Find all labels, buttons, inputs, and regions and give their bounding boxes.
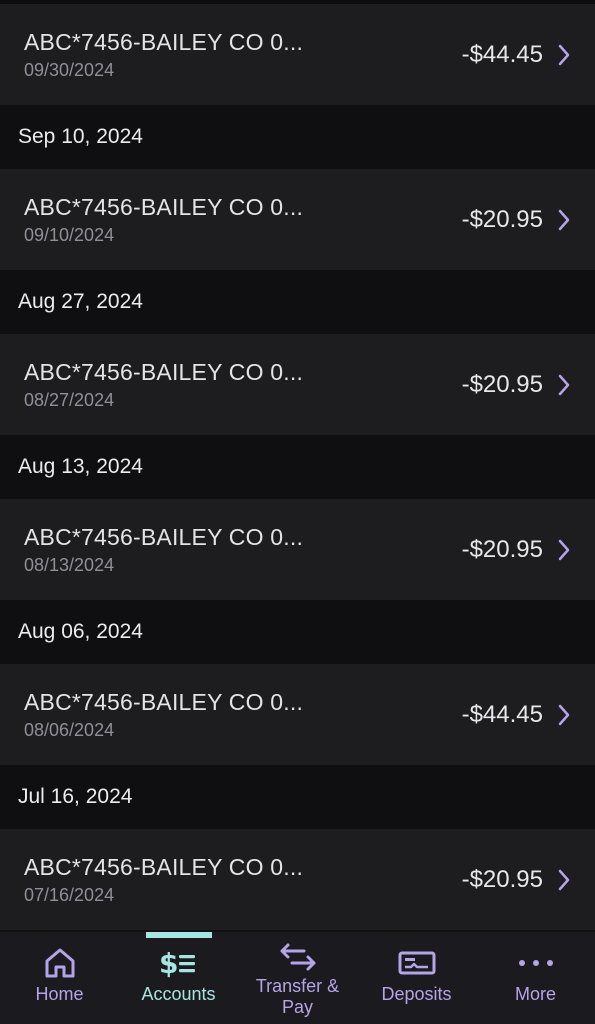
transaction-info: ABC*7456-BAILEY CO 0... 08/27/2024 [24, 359, 462, 411]
transaction-date: 09/30/2024 [24, 59, 115, 80]
transaction-date: 08/13/2024 [24, 554, 115, 575]
transaction-date: 09/10/2024 [24, 224, 115, 245]
transaction-info: ABC*7456-BAILEY CO 0... 09/30/2024 [24, 29, 462, 81]
transaction-name: ABC*7456-BAILEY CO 0... [24, 688, 304, 715]
chevron-right-icon [557, 373, 571, 397]
transaction-info: ABC*7456-BAILEY CO 0... 07/16/2024 [24, 854, 462, 906]
transfer-icon [278, 940, 318, 974]
nav-label: Transfer & Pay [255, 976, 340, 1017]
transaction-name: ABC*7456-BAILEY CO 0... [24, 523, 304, 550]
nav-label: More [514, 984, 556, 1004]
date-group-header: Sep 10, 2024 [0, 105, 595, 169]
transaction-amount: -$20.95 [461, 865, 543, 893]
transaction-date: 07/16/2024 [24, 884, 115, 905]
transaction-row[interactable]: ABC*7456-BAILEY CO 0... 09/30/2024 -$44.… [0, 4, 595, 105]
chevron-right-icon [557, 538, 571, 562]
chevron-right-icon [557, 703, 571, 727]
svg-text:$: $ [159, 947, 178, 980]
transaction-info: ABC*7456-BAILEY CO 0... 08/13/2024 [24, 524, 462, 576]
transaction-info: ABC*7456-BAILEY CO 0... 08/06/2024 [24, 689, 462, 741]
bottom-nav: Home $ Accounts Transfer & Pay Deposits … [0, 932, 595, 1024]
transactions-screen: ABC*7456-BAILEY CO 0... 09/30/2024 -$44.… [0, 0, 595, 1024]
transaction-amount: -$20.95 [461, 205, 543, 233]
date-group-header: Aug 27, 2024 [0, 270, 595, 334]
accounts-icon: $ [159, 944, 199, 982]
transaction-name: ABC*7456-BAILEY CO 0... [24, 358, 304, 385]
nav-item-more[interactable]: More [476, 932, 595, 1024]
date-group-header: Aug 06, 2024 [0, 600, 595, 664]
transaction-row[interactable]: ABC*7456-BAILEY CO 0... 08/13/2024 -$20.… [0, 499, 595, 600]
deposit-check-icon [397, 944, 437, 982]
nav-label: Accounts [141, 984, 216, 1004]
transaction-row[interactable]: ABC*7456-BAILEY CO 0... 09/10/2024 -$20.… [0, 169, 595, 270]
transaction-row[interactable]: ABC*7456-BAILEY CO 0... 08/06/2024 -$44.… [0, 664, 595, 765]
active-tab-indicator [145, 932, 212, 938]
chevron-right-icon [557, 868, 571, 892]
nav-item-deposits[interactable]: Deposits [357, 932, 476, 1024]
transaction-amount: -$20.95 [461, 370, 543, 398]
transaction-list[interactable]: ABC*7456-BAILEY CO 0... 09/30/2024 -$44.… [0, 0, 595, 932]
transaction-name: ABC*7456-BAILEY CO 0... [24, 28, 304, 55]
nav-item-home[interactable]: Home [0, 932, 119, 1024]
nav-label: Home [35, 984, 84, 1004]
nav-label: Deposits [381, 984, 452, 1004]
chevron-right-icon [557, 208, 571, 232]
chevron-right-icon [557, 43, 571, 67]
transaction-name: ABC*7456-BAILEY CO 0... [24, 853, 304, 880]
transaction-info: ABC*7456-BAILEY CO 0... 09/10/2024 [24, 194, 462, 246]
transaction-amount: -$44.45 [461, 700, 543, 728]
date-group-header: Aug 13, 2024 [0, 435, 595, 499]
nav-item-transfer-pay[interactable]: Transfer & Pay [238, 932, 357, 1024]
date-group-header: Jul 16, 2024 [0, 765, 595, 829]
nav-item-accounts[interactable]: $ Accounts [119, 932, 238, 1024]
transaction-row[interactable]: ABC*7456-BAILEY CO 0... 07/16/2024 -$20.… [0, 829, 595, 930]
transaction-amount: -$20.95 [461, 535, 543, 563]
transaction-row[interactable]: ABC*7456-BAILEY CO 0... 08/27/2024 -$20.… [0, 334, 595, 435]
home-icon [42, 944, 78, 982]
transaction-date: 08/27/2024 [24, 389, 115, 410]
transaction-date: 08/06/2024 [24, 719, 115, 740]
more-icon [516, 944, 556, 982]
transaction-amount: -$44.45 [461, 40, 543, 68]
transaction-name: ABC*7456-BAILEY CO 0... [24, 193, 304, 220]
